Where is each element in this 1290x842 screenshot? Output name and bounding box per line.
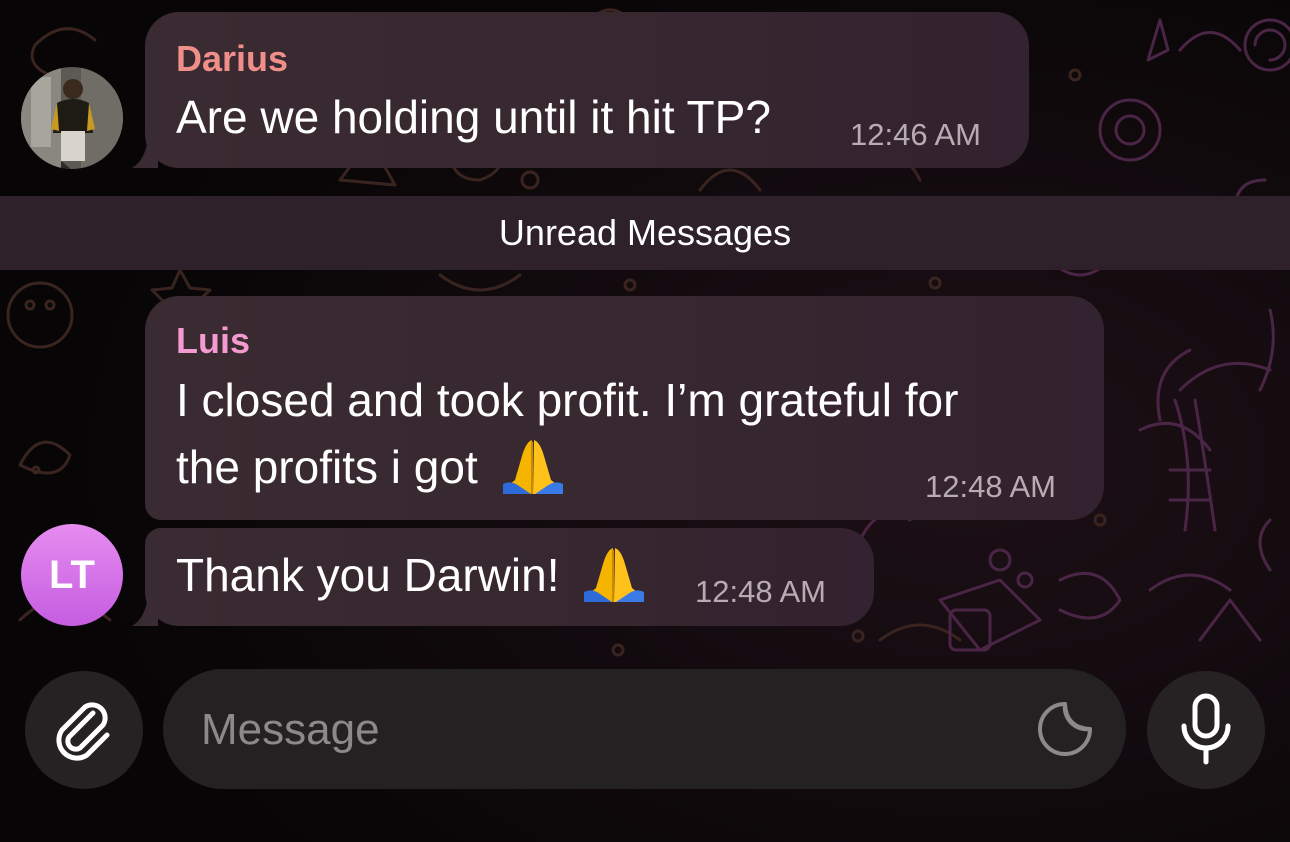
avatar-lt[interactable]: LT	[21, 524, 123, 626]
sticker-icon[interactable]	[1035, 699, 1095, 759]
message-text-line: the profits i got	[176, 434, 565, 501]
unread-messages-label: Unread Messages	[498, 212, 792, 253]
unread-messages-divider: Unread Messages	[0, 196, 1290, 270]
message-bubble[interactable]: Luis I closed and took profit. I’m grate…	[145, 296, 1104, 520]
message-time: 12:48 AM	[925, 469, 1056, 504]
message-input[interactable]	[199, 699, 1023, 761]
message-text: Thank you Darwin!	[176, 549, 560, 601]
message-sender[interactable]: Darius	[176, 38, 288, 80]
avatar-darius[interactable]	[21, 67, 123, 169]
message-bubble[interactable]: Thank you Darwin! 12:48 AM	[145, 528, 874, 626]
user-photo	[21, 67, 123, 169]
folded-hands-emoji	[502, 439, 563, 494]
attach-button[interactable]	[25, 671, 143, 789]
message-text-line: I closed and took profit. I’m grateful f…	[176, 374, 959, 426]
message-text-line: Thank you Darwin!	[176, 542, 646, 609]
microphone-button[interactable]	[1147, 671, 1265, 789]
avatar-initials: LT	[49, 552, 95, 597]
microphone-icon	[1181, 693, 1231, 765]
message-text-line-content: the profits i got	[176, 441, 478, 493]
message-time: 12:46 AM	[850, 117, 981, 152]
folded-hands-emoji	[584, 547, 645, 602]
message-composer[interactable]	[163, 669, 1126, 789]
message-bubble[interactable]: Darius Are we holding until it hit TP? 1…	[145, 12, 1029, 168]
message-time: 12:48 AM	[695, 574, 826, 609]
message-text: Are we holding until it hit TP?	[176, 91, 771, 143]
paperclip-icon	[56, 702, 110, 761]
message-sender[interactable]: Luis	[176, 320, 250, 362]
